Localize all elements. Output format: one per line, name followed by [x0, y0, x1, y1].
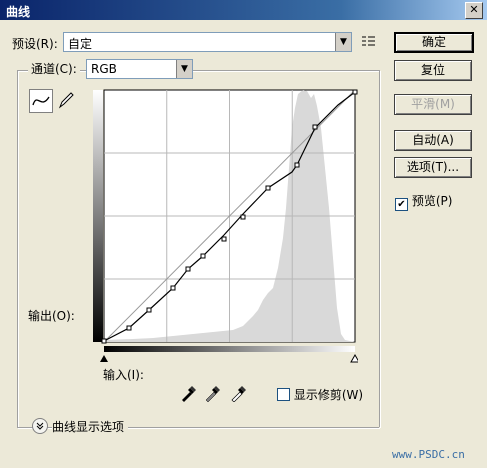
channel-select[interactable]: RGB ▼ [86, 59, 193, 79]
pencil-icon[interactable] [56, 89, 76, 111]
curve-point[interactable] [101, 338, 107, 344]
preset-options-icon[interactable] [361, 34, 377, 48]
preset-select[interactable]: 自定 ▼ [63, 32, 352, 52]
curve-point[interactable] [221, 236, 227, 242]
ok-button[interactable]: 确定 [394, 32, 474, 53]
preview-label: 预览(P) [411, 194, 453, 208]
curve-point[interactable] [185, 266, 191, 272]
curve-point[interactable] [352, 89, 358, 95]
output-gradient-bar [93, 90, 103, 342]
curve-point[interactable] [200, 253, 206, 259]
options-button[interactable]: 选项(T)... [394, 157, 472, 178]
curve-point[interactable] [265, 185, 271, 191]
preset-label: 预设(R): [12, 37, 58, 51]
white-point-eyedropper-icon[interactable] [230, 384, 248, 405]
show-clipping-label: 显示修剪(W) [293, 388, 364, 402]
close-icon[interactable]: ✕ [465, 2, 483, 19]
input-gradient-bar [104, 346, 355, 352]
window-title: 曲线 [6, 5, 31, 19]
group-left-line [17, 70, 18, 427]
preview-checkbox-row[interactable]: ✔ 预览(P) [395, 192, 452, 211]
input-label: 输入(I): [103, 368, 144, 382]
group-right-line [379, 70, 380, 427]
chevron-down-icon[interactable]: ▼ [335, 33, 351, 51]
smooth-button[interactable]: 平滑(M) [394, 94, 472, 115]
curve-point[interactable] [240, 214, 246, 220]
channel-label: 通道(C): [28, 60, 80, 77]
expand-chevron-icon[interactable] [32, 418, 48, 434]
curve-point[interactable] [126, 325, 132, 331]
show-clipping-row[interactable]: 显示修剪(W) [277, 386, 363, 403]
channel-value: RGB [91, 62, 117, 76]
curves-graph[interactable] [93, 88, 358, 366]
black-point-eyedropper-icon[interactable] [180, 384, 198, 405]
chevron-down-icon[interactable]: ▼ [176, 60, 192, 78]
white-point-slider[interactable] [350, 353, 358, 363]
curve-point[interactable] [146, 307, 152, 313]
curve-display-options-label: 曲线显示选项 [52, 418, 129, 435]
gray-point-eyedropper-icon[interactable] [204, 384, 222, 405]
reset-button[interactable]: 复位 [394, 60, 472, 81]
watermark-text: www.PSDC.cn [392, 448, 465, 461]
show-clipping-checkbox[interactable] [277, 388, 290, 401]
black-point-slider[interactable] [100, 355, 108, 362]
output-label: 输出(O): [28, 309, 75, 323]
curve-point-tool-icon[interactable] [29, 89, 53, 113]
preview-checkbox[interactable]: ✔ [395, 198, 408, 211]
title-bar: 曲线 ✕ [0, 0, 487, 20]
curve-point[interactable] [312, 124, 318, 130]
curve-point[interactable] [170, 285, 176, 291]
auto-button[interactable]: 自动(A) [394, 130, 472, 151]
curve-point[interactable] [294, 162, 300, 168]
preset-value: 自定 [68, 37, 93, 51]
